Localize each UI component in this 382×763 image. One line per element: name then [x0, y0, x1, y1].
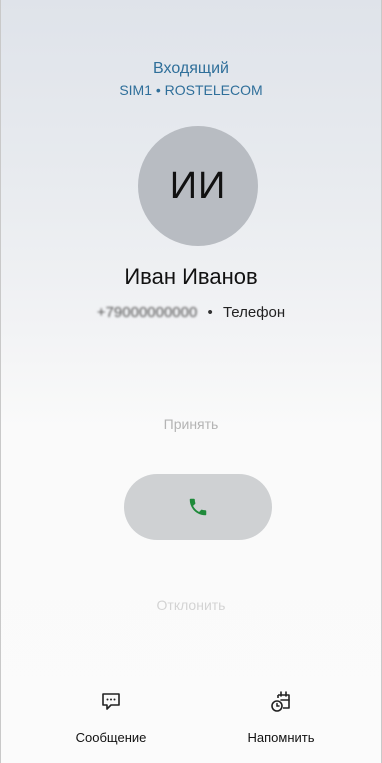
remind-button[interactable]: Напомнить	[226, 690, 336, 745]
number-type: Телефон	[222, 304, 286, 321]
number-row: +79000000000 • Телефон	[1, 303, 381, 323]
avatar: ИИ	[138, 126, 258, 246]
contact-name: Иван Иванов	[124, 264, 258, 289]
message-label: Сообщение	[75, 730, 147, 745]
separator-dot: •	[207, 304, 213, 321]
call-answer-slider[interactable]	[124, 474, 272, 540]
avatar-initials: ИИ	[169, 164, 227, 207]
message-button[interactable]: Сообщение	[56, 690, 166, 745]
call-status-title: Входящий	[153, 60, 229, 77]
remind-label: Напомнить	[247, 730, 315, 745]
sim-info: SIM1 • ROSTELECOM	[119, 82, 263, 98]
phone-number: +79000000000	[96, 304, 198, 321]
message-bubble-icon	[56, 690, 166, 714]
phone-icon[interactable]	[187, 496, 209, 518]
accept-label: Принять	[163, 416, 219, 432]
incoming-call-screen: Входящий SIM1 • ROSTELECOM ИИ Иван Ивано…	[0, 0, 382, 763]
calendar-clock-icon	[226, 690, 336, 714]
decline-label: Отклонить	[156, 597, 226, 613]
